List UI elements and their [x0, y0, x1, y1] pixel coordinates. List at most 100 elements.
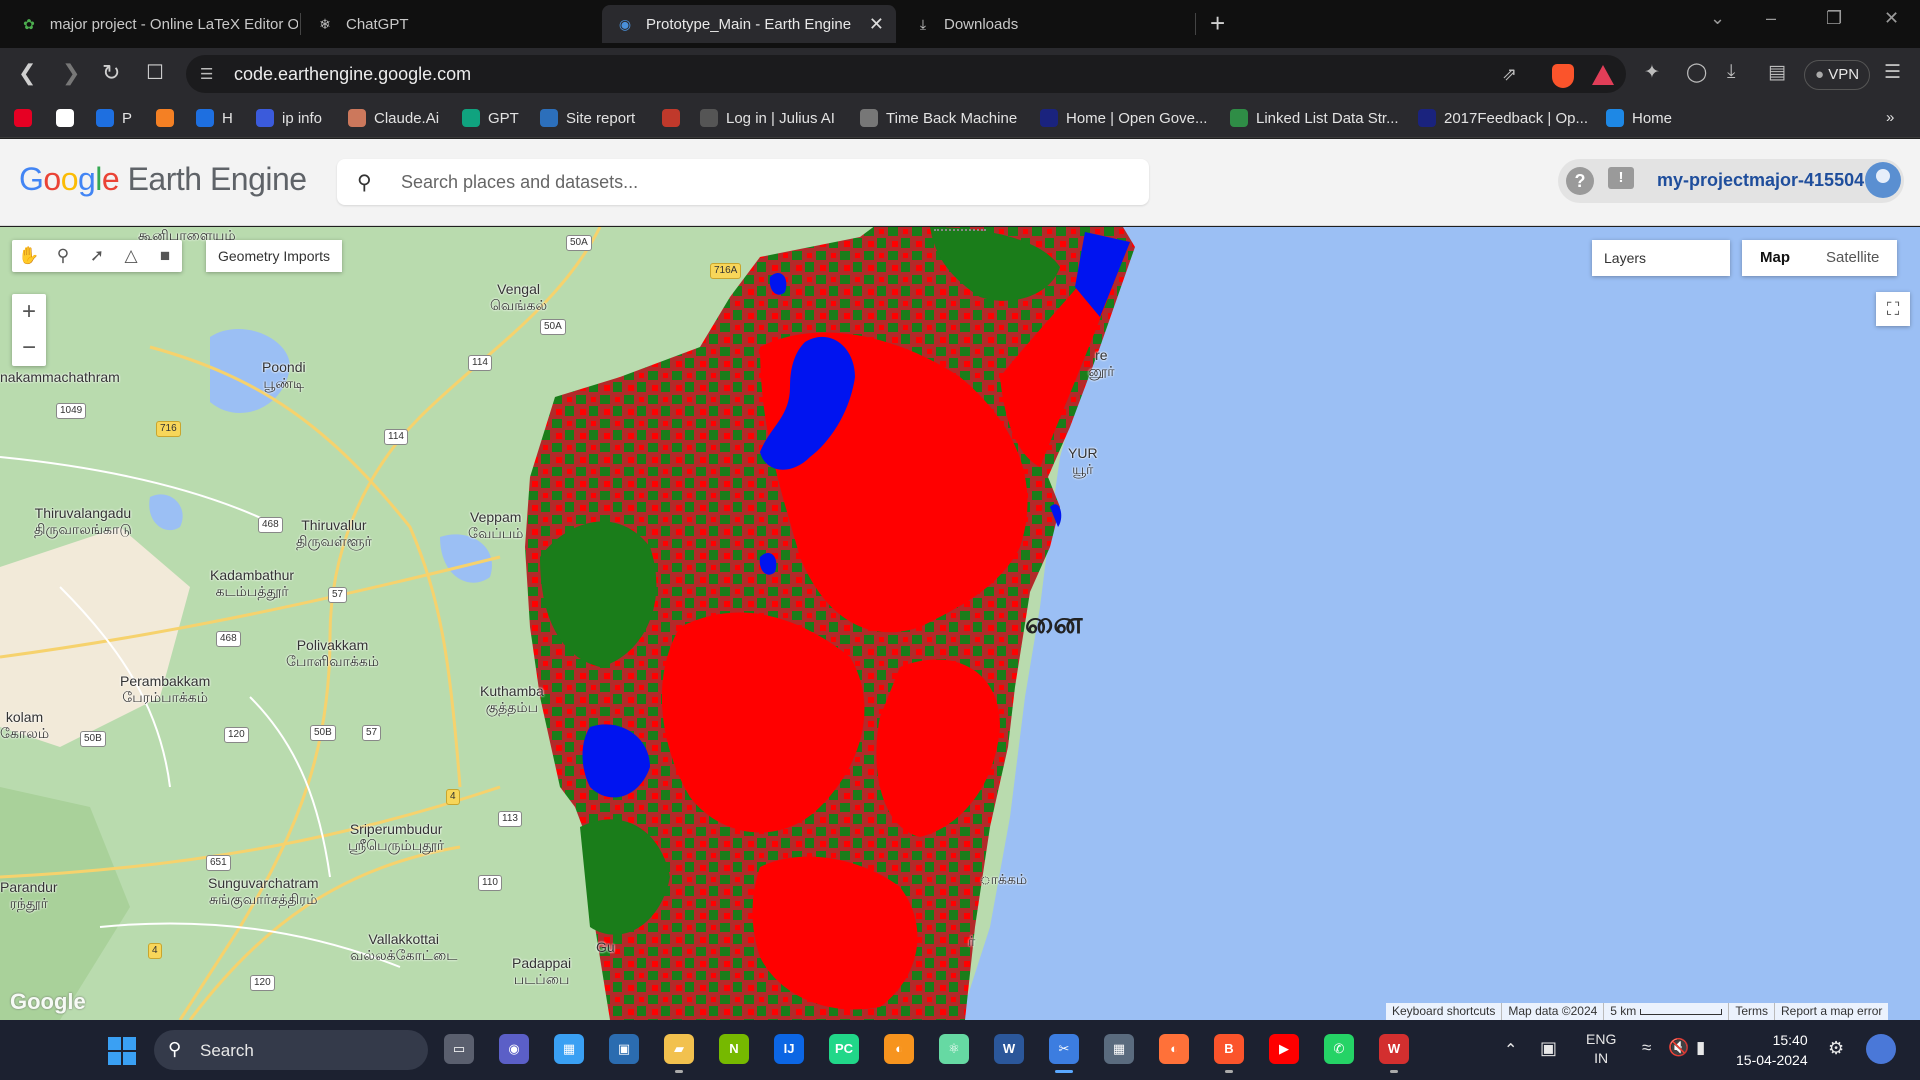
task-view-icon[interactable]: ▭ [444, 1034, 474, 1064]
windows-start-icon[interactable] [108, 1037, 136, 1065]
volume-muted-icon[interactable]: 🔇 [1668, 1038, 1689, 1058]
bookmark-icon[interactable]: ☐ [146, 60, 164, 86]
tab-downloads[interactable]: ⤓ Downloads [900, 5, 1192, 43]
language-indicator[interactable]: ENG IN [1586, 1030, 1616, 1068]
terms-link[interactable]: Terms [1728, 1003, 1774, 1020]
map-type-map-button[interactable]: Map [1742, 240, 1808, 276]
geometry-imports-button[interactable]: Geometry Imports [206, 240, 343, 272]
brave-rewards-icon[interactable] [1592, 65, 1614, 85]
monitor-icon[interactable]: ▣ [609, 1034, 639, 1064]
fullscreen-icon[interactable]: ⛶ [1876, 292, 1910, 326]
close-window-button[interactable]: ✕ [1884, 8, 1899, 29]
bookmark-item[interactable]: Time Back Machine [860, 109, 1017, 127]
report-map-error-link[interactable]: Report a map error [1773, 1003, 1888, 1020]
vpn-button[interactable]: ● VPN [1804, 60, 1871, 90]
tray-chevron-icon[interactable]: ⌃ [1504, 1040, 1517, 1060]
earth-engine-logo[interactable]: Google Earth Engine [19, 161, 307, 198]
bookmark-item[interactable]: GPT [462, 109, 519, 127]
bookmark-item[interactable] [156, 109, 182, 127]
account-avatar[interactable] [1865, 162, 1901, 198]
downloads-icon[interactable]: ⤓ [1727, 61, 1735, 83]
address-bar[interactable]: ☰ code.earthengine.google.com ⇗ [186, 55, 1626, 93]
polygon-tool-icon[interactable]: △ [114, 246, 148, 266]
intellij-icon[interactable]: IJ [774, 1034, 804, 1064]
whatsapp-icon[interactable]: ✆ [1324, 1034, 1354, 1064]
wallet-icon[interactable]: ▤ [1768, 61, 1786, 84]
extensions-icon[interactable]: ✦ [1644, 61, 1660, 84]
hand-tool-icon[interactable]: ✋ [12, 246, 46, 266]
bookmark-item[interactable]: Claude.Ai [348, 109, 439, 127]
bookmark-item[interactable]: ip info [256, 109, 322, 127]
minimize-button[interactable]: – [1766, 8, 1776, 29]
tab-search-chevron-icon[interactable]: ⌄ [1710, 8, 1725, 29]
bookmark-item[interactable]: Linked List Data Str... [1230, 109, 1399, 127]
brave-icon[interactable]: B [1214, 1034, 1244, 1073]
word-icon[interactable]: W [994, 1034, 1024, 1064]
nvidia-icon[interactable]: N [719, 1034, 749, 1064]
menu-icon[interactable]: ☰ [1884, 61, 1901, 84]
new-tab-button[interactable]: + [1210, 10, 1225, 36]
brave-shields-icon[interactable] [1552, 64, 1574, 88]
copilot-icon[interactable] [1866, 1034, 1896, 1064]
rectangle-tool-icon[interactable]: ■ [148, 246, 182, 266]
help-icon[interactable]: ? [1566, 167, 1594, 195]
bookmark-item[interactable] [14, 109, 40, 127]
zoom-out-button[interactable]: − [12, 330, 46, 366]
firefox-icon[interactable]: ◐ [1159, 1034, 1189, 1064]
place-label: Gu [596, 939, 615, 955]
line-tool-icon[interactable]: ➚ [80, 246, 114, 266]
youtube-icon[interactable]: ▶ [1269, 1034, 1299, 1064]
restore-button[interactable]: ❐ [1826, 8, 1842, 29]
feedback-icon[interactable]: ! [1608, 167, 1634, 189]
site-info-icon[interactable]: ☰ [200, 65, 213, 83]
pycharm-icon[interactable]: PC [829, 1034, 859, 1064]
system-clock[interactable]: 15:40 15-04-2024 [1736, 1030, 1808, 1070]
panel-resize-handle[interactable] [934, 227, 986, 231]
bookmark-item[interactable]: H [196, 109, 233, 127]
url-text[interactable]: code.earthengine.google.com [234, 64, 471, 85]
tab-chatgpt[interactable]: ❄ ChatGPT [302, 5, 598, 43]
bookmark-item[interactable]: Home | Open Gove... [1040, 109, 1207, 127]
site-report-icon [540, 109, 558, 127]
tab-overleaf[interactable]: ✿ major project - Online LaTeX Editor O [6, 5, 298, 43]
snipping-tool-icon[interactable]: ✂ [1049, 1034, 1079, 1073]
forward-button[interactable]: ❯ [62, 60, 80, 86]
wifi-icon[interactable]: ≈ [1642, 1038, 1651, 1058]
widgets-icon[interactable]: ▦ [554, 1034, 584, 1064]
reload-button[interactable]: ↻ [102, 60, 120, 86]
bookmark-item[interactable] [56, 109, 82, 127]
point-marker-icon[interactable]: ⚲ [46, 246, 80, 266]
eclipse-icon[interactable]: ◐ [884, 1034, 914, 1064]
close-tab-icon[interactable]: ✕ [869, 14, 884, 35]
leo-ai-icon[interactable]: ◯ [1686, 61, 1707, 84]
share-icon[interactable]: ⇗ [1502, 64, 1517, 85]
bookmark-item[interactable]: Home [1606, 109, 1672, 127]
bookmark-item[interactable]: P [96, 109, 132, 127]
notification-icon[interactable]: ⚙ [1828, 1038, 1844, 1059]
search-input[interactable] [401, 168, 1101, 196]
taskbar-search[interactable]: ⚲ Search [154, 1030, 428, 1070]
tray-app-icon[interactable]: ▣ [1540, 1038, 1557, 1059]
layers-dropdown[interactable]: Layers [1592, 240, 1730, 276]
bookmark-item[interactable] [662, 109, 688, 127]
file-explorer-icon[interactable]: ▰ [664, 1034, 694, 1073]
atom-icon[interactable]: ⚛ [939, 1034, 969, 1064]
bookmark-item[interactable]: Site report [540, 109, 635, 127]
tab-earth-engine[interactable]: ◉ Prototype_Main - Earth Engine C ✕ [602, 5, 896, 43]
zoom-in-button[interactable]: + [12, 294, 46, 330]
scale-control[interactable]: 5 km [1603, 1003, 1728, 1020]
bookmark-item[interactable]: 2017Feedback | Op... [1418, 109, 1588, 127]
clock-date: 15-04-2024 [1736, 1052, 1808, 1068]
keyboard-shortcuts-link[interactable]: Keyboard shortcuts [1386, 1003, 1501, 1020]
project-selector[interactable]: my-projectmajor-415504 [1657, 170, 1864, 191]
bookmark-item[interactable]: Log in | Julius AI [700, 109, 835, 127]
more-bookmarks-icon[interactable]: » [1886, 109, 1894, 126]
map-canvas[interactable]: கூனிபாளையம் Vengal வெங்கல் Poondi பூண்டி na… [0, 227, 1920, 1020]
teams-icon[interactable]: ◉ [499, 1034, 529, 1064]
calculator-icon[interactable]: ▦ [1104, 1034, 1134, 1064]
map-type-satellite-button[interactable]: Satellite [1808, 240, 1897, 276]
back-button[interactable]: ❮ [18, 60, 36, 86]
wps-icon[interactable]: W [1379, 1034, 1409, 1073]
search-box[interactable]: ⚲ [337, 159, 1149, 205]
battery-icon[interactable]: ▮ [1696, 1038, 1705, 1058]
